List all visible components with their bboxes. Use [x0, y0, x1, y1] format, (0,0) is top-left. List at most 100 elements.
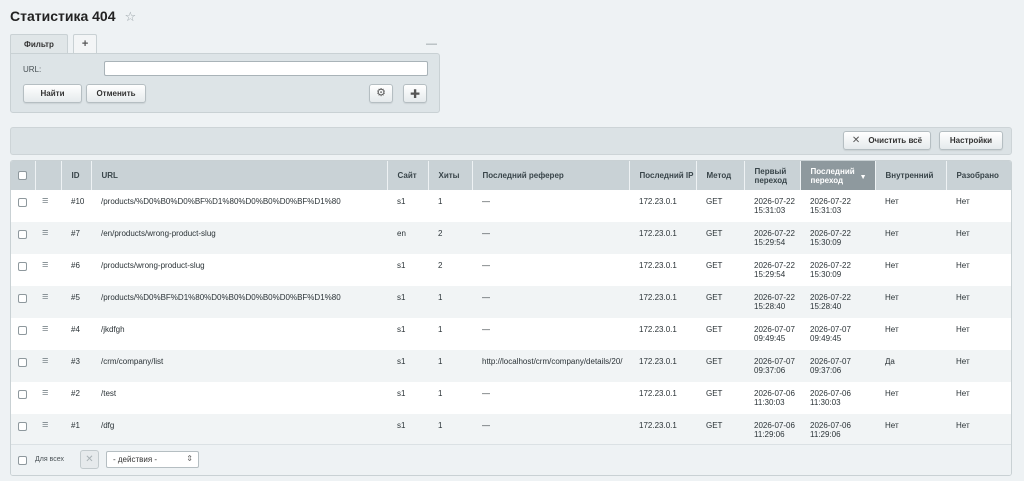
row-checkbox[interactable] — [18, 422, 27, 431]
cell-first-time: 11:29:06 — [754, 430, 785, 439]
menu-icon[interactable]: ≡ — [42, 419, 48, 431]
cell-last: 2026-07-06 11:30:03 — [800, 382, 875, 414]
row-checkbox-cell[interactable] — [11, 382, 35, 414]
menu-icon[interactable]: ≡ — [42, 227, 48, 239]
cell-ip: 172.23.0.1 — [629, 414, 696, 446]
header-referer[interactable]: Последний реферер — [472, 161, 630, 190]
cell-internal: Нет — [875, 382, 946, 414]
row-menu-cell[interactable]: ≡ — [35, 382, 61, 414]
row-checkbox[interactable] — [18, 358, 27, 367]
cell-last-date: 2026-07-07 — [810, 357, 851, 366]
find-button[interactable]: Найти — [23, 84, 82, 103]
menu-icon[interactable]: ≡ — [42, 323, 48, 335]
add-filter-tab-button[interactable]: + — [72, 34, 98, 54]
row-checkbox[interactable] — [18, 326, 27, 335]
header-resolved[interactable]: Разобрано — [946, 161, 1011, 190]
cell-ip: 172.23.0.1 — [629, 318, 696, 350]
cell-id: #2 — [61, 382, 91, 414]
cell-id: #10 — [61, 190, 91, 222]
menu-icon[interactable]: ≡ — [42, 387, 48, 399]
cell-internal: Нет — [875, 222, 946, 254]
cell-method: GET — [696, 190, 744, 222]
row-checkbox-cell[interactable] — [11, 254, 35, 286]
cell-last-date: 2026-07-06 — [810, 389, 851, 398]
menu-icon[interactable]: ≡ — [42, 195, 48, 207]
cell-url: /products/wrong-product-slug — [91, 254, 387, 286]
header-first[interactable]: Первый переход — [744, 161, 801, 190]
cell-last-date: 2026-07-22 — [810, 197, 851, 206]
header-id[interactable]: ID — [61, 161, 92, 190]
apply-to-all-checkbox[interactable] — [18, 456, 27, 465]
row-menu-cell[interactable]: ≡ — [35, 222, 61, 254]
header-site[interactable]: Сайт — [387, 161, 429, 190]
table-row[interactable]: ≡ #2/test s1 1—172.23.0.1 GET 2026-07-06 11:30… — [11, 382, 1011, 414]
delete-selected-button[interactable]: ✕ — [80, 450, 99, 469]
table-row[interactable]: ≡ #3/crm/company/list s1 1 http://localhost/… — [11, 350, 1011, 382]
row-checkbox-cell[interactable] — [11, 350, 35, 382]
row-checkbox-cell[interactable] — [11, 286, 35, 318]
menu-icon[interactable]: ≡ — [42, 259, 48, 271]
row-menu-cell[interactable]: ≡ — [35, 414, 61, 446]
cell-site: en — [387, 222, 428, 254]
cell-first: 2026-07-22 15:29:54 — [744, 222, 800, 254]
cell-first-date: 2026-07-06 — [754, 421, 795, 430]
cell-hits: 1 — [428, 286, 472, 318]
cell-site: s1 — [387, 286, 428, 318]
star-icon[interactable]: ☆ — [125, 10, 137, 23]
menu-icon[interactable]: ≡ — [42, 291, 48, 303]
cell-method: GET — [696, 286, 744, 318]
cancel-button[interactable]: Отменить — [86, 84, 146, 103]
row-menu-cell[interactable]: ≡ — [35, 286, 61, 318]
row-menu-cell[interactable]: ≡ — [35, 318, 61, 350]
header-internal[interactable]: Внутренний — [875, 161, 947, 190]
row-checkbox-cell[interactable] — [11, 414, 35, 446]
header-url[interactable]: URL — [91, 161, 388, 190]
header-hits[interactable]: Хиты — [428, 161, 473, 190]
header-select-all[interactable] — [11, 161, 36, 190]
cell-id: #3 — [61, 350, 91, 382]
header-last[interactable]: Последний переход ▼ — [800, 161, 876, 190]
cell-id: #6 — [61, 254, 91, 286]
row-checkbox[interactable] — [18, 230, 27, 239]
row-menu-cell[interactable]: ≡ — [35, 190, 61, 222]
cell-url: /en/products/wrong-product-slug — [91, 222, 387, 254]
header-ip[interactable]: Последний IP — [629, 161, 697, 190]
cell-internal: Нет — [875, 254, 946, 286]
cell-first-date: 2026-07-22 — [754, 261, 795, 270]
menu-icon[interactable]: ≡ — [42, 355, 48, 367]
actions-select[interactable]: - действия - ⇕ — [106, 451, 199, 468]
table-row[interactable]: ≡ #7/en/products/wrong-product-slug en 2—17… — [11, 222, 1011, 254]
collapse-icon[interactable]: — — [426, 38, 437, 50]
row-menu-cell[interactable]: ≡ — [35, 254, 61, 286]
header-method[interactable]: Метод — [696, 161, 745, 190]
settings-button[interactable]: Настройки — [939, 131, 1003, 150]
tab-filter[interactable]: Фильтр — [10, 34, 68, 54]
row-checkbox[interactable] — [18, 294, 27, 303]
url-filter-input[interactable] — [104, 61, 428, 76]
row-checkbox-cell[interactable] — [11, 222, 35, 254]
row-checkbox[interactable] — [18, 390, 27, 399]
add-filter-field-button[interactable]: ✚ — [403, 84, 427, 103]
row-checkbox-cell[interactable] — [11, 190, 35, 222]
table-row[interactable]: ≡ #4/jkdfgh s1 1—172.23.0.1 GET 2026-07-07 09:… — [11, 318, 1011, 350]
table-row[interactable]: ≡ #10/products/%D0%B0%D0%BF%D1%80%D0%B0%D… — [11, 190, 1011, 222]
statistics-grid: ID URL Сайт Хиты Последний реферер После… — [10, 160, 1012, 476]
row-menu-cell[interactable]: ≡ — [35, 350, 61, 382]
row-checkbox[interactable] — [18, 198, 27, 207]
table-row[interactable]: ≡ #1/dfg s1 1—172.23.0.1 GET 2026-07-06 11:29:… — [11, 414, 1011, 446]
cell-url: /products/%D0%BF%D1%80%D0%B0%D0%B0%D0%BF… — [91, 286, 387, 318]
row-checkbox[interactable] — [18, 262, 27, 271]
cell-resolved: Нет — [946, 414, 1011, 446]
cell-first: 2026-07-07 09:49:45 — [744, 318, 800, 350]
table-row[interactable]: ≡ #5/products/%D0%BF%D1%80%D0%B0%D0%B0%D0… — [11, 286, 1011, 318]
cell-first-date: 2026-07-22 — [754, 197, 795, 206]
select-all-checkbox[interactable] — [18, 170, 27, 180]
table-row[interactable]: ≡ #6/products/wrong-product-slug s1 2—172.2… — [11, 254, 1011, 286]
cell-last: 2026-07-07 09:37:06 — [800, 350, 875, 382]
chevron-updown-icon: ⇕ — [186, 454, 193, 463]
row-checkbox-cell[interactable] — [11, 318, 35, 350]
filter-settings-button[interactable]: ⚙ — [369, 84, 393, 103]
cell-last-time: 11:30:03 — [810, 398, 841, 407]
cell-referer: — — [472, 382, 629, 414]
clear-all-button[interactable]: ✕ Очистить всё — [843, 131, 931, 150]
